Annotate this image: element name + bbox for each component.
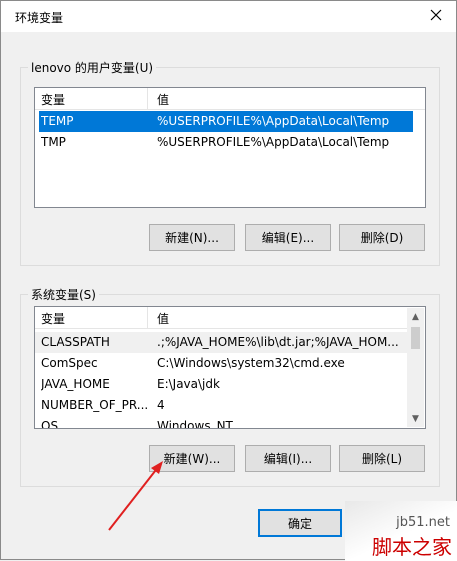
column-header-value[interactable]: 值 <box>149 88 169 112</box>
variable-value: E:\Java\jdk <box>157 377 220 391</box>
variable-value: Windows_NT <box>157 419 233 429</box>
list-header: 变量 值 <box>35 307 407 329</box>
title-bar: 环境变量 <box>1 1 456 32</box>
variable-name: TMP <box>41 135 66 149</box>
column-header-variable[interactable]: 变量 <box>35 307 148 328</box>
list-item[interactable]: TMP %USERPROFILE%\AppData\Local\Temp <box>35 132 425 153</box>
variable-value: .;%JAVA_HOME%\lib\dt.jar;%JAVA_HOM... <box>157 335 399 349</box>
list-item[interactable]: OS Windows_NT <box>35 416 407 429</box>
variable-name: OS <box>41 419 59 429</box>
list-item[interactable]: JAVA_HOME E:\Java\jdk <box>35 374 407 395</box>
column-header-value[interactable]: 值 <box>149 307 169 331</box>
list-item[interactable]: TEMP %USERPROFILE%\AppData\Local\Temp <box>39 111 413 132</box>
close-button[interactable] <box>416 1 456 32</box>
variable-name: TEMP <box>41 114 74 128</box>
watermark-brand: 脚本之家 <box>372 535 452 559</box>
scroll-down-icon[interactable]: ▼ <box>407 410 424 427</box>
variable-value: 4 <box>157 398 165 412</box>
system-delete-button[interactable]: 删除(L) <box>339 445 425 472</box>
variable-value: C:\Windows\system32\cmd.exe <box>157 356 345 370</box>
column-header-variable[interactable]: 变量 <box>35 88 148 109</box>
user-new-button[interactable]: 新建(N)... <box>149 224 235 251</box>
variable-name: CLASSPATH <box>41 335 110 349</box>
variable-name: NUMBER_OF_PR... <box>41 398 149 412</box>
environment-variables-dialog: 环境变量 lenovo 的用户变量(U) 变量 值 TEMP %USERPROF… <box>0 0 457 561</box>
system-variables-label: 系统变量(S) <box>28 286 99 303</box>
user-variables-label: lenovo 的用户变量(U) <box>28 59 157 76</box>
system-edit-button[interactable]: 编辑(I)... <box>245 445 331 472</box>
user-edit-button[interactable]: 编辑(E)... <box>245 224 331 251</box>
variable-name: ComSpec <box>41 356 98 370</box>
list-item[interactable]: ComSpec C:\Windows\system32\cmd.exe <box>35 353 407 374</box>
list-item[interactable]: NUMBER_OF_PR... 4 <box>35 395 407 416</box>
close-icon <box>430 9 442 24</box>
watermark-site: jb51.net <box>396 515 450 530</box>
variable-name: JAVA_HOME <box>41 377 110 391</box>
annotation-arrow-icon <box>108 461 163 531</box>
system-variables-list[interactable]: 变量 值 CLASSPATH .;%JAVA_HOME%\lib\dt.jar;… <box>34 306 426 429</box>
scroll-up-icon[interactable]: ▲ <box>407 308 424 325</box>
window-title: 环境变量 <box>15 11 64 25</box>
watermark: jb51.net 脚本之家 <box>345 501 457 561</box>
user-variables-list[interactable]: 变量 值 TEMP %USERPROFILE%\AppData\Local\Te… <box>34 87 426 208</box>
user-delete-button[interactable]: 删除(D) <box>339 224 425 251</box>
variable-value: %USERPROFILE%\AppData\Local\Temp <box>157 114 390 128</box>
scroll-thumb[interactable] <box>411 327 420 349</box>
ok-button[interactable]: 确定 <box>258 509 342 537</box>
vertical-scrollbar[interactable]: ▲ ▼ <box>407 308 424 427</box>
variable-value: %USERPROFILE%\AppData\Local\Temp <box>157 135 390 149</box>
list-item[interactable]: CLASSPATH .;%JAVA_HOME%\lib\dt.jar;%JAVA… <box>35 332 407 353</box>
list-header: 变量 值 <box>35 88 425 110</box>
